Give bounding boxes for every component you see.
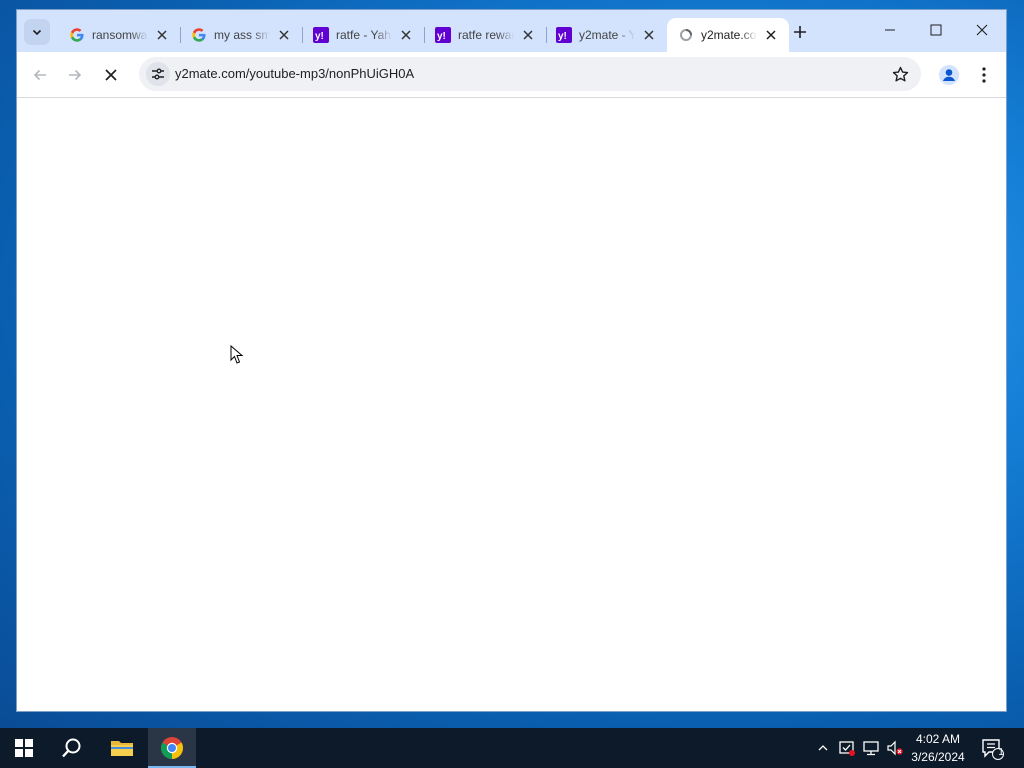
volume-muted-icon[interactable]: [885, 738, 905, 758]
action-center-button[interactable]: 1: [980, 736, 1006, 762]
mouse-cursor-icon: [230, 345, 244, 364]
yahoo-icon: y!: [556, 27, 572, 43]
tab-ratfe-yahoo[interactable]: y! ratfe - Yahoo: [302, 18, 425, 52]
tab-title: ransomware: [92, 28, 148, 42]
profile-icon: [939, 65, 959, 85]
close-icon[interactable]: [763, 27, 779, 43]
arrow-right-icon: [69, 69, 82, 81]
chevron-down-icon: [32, 29, 42, 36]
svg-text:y!: y!: [315, 31, 324, 42]
chrome-icon: [161, 737, 183, 759]
clock-date: 3/26/2024: [911, 750, 965, 764]
new-tab-button[interactable]: [789, 21, 811, 43]
tune-icon: [152, 68, 164, 80]
tab-title: my ass smells: [214, 28, 270, 42]
show-hidden-icons-button[interactable]: [813, 738, 833, 758]
network-icon[interactable]: [861, 738, 881, 758]
svg-text:y!: y!: [558, 31, 567, 42]
search-button[interactable]: [48, 728, 96, 768]
notification-count: 1: [998, 747, 1004, 758]
loading-icon: [678, 27, 694, 43]
minimize-icon: [885, 29, 895, 31]
start-button[interactable]: [0, 728, 48, 768]
maximize-icon: [930, 24, 942, 36]
more-vertical-icon: [982, 67, 986, 83]
site-info-button[interactable]: [146, 62, 170, 86]
chrome-taskbar-button[interactable]: [148, 728, 196, 768]
tab-ratfe-rewards[interactable]: y! ratfe rewards: [424, 18, 547, 52]
url-text[interactable]: y2mate.com/youtube-mp3/nonPhUiGH0A: [175, 66, 414, 81]
tab-y2mate-active[interactable]: y2mate.com: [667, 18, 789, 52]
profile-button[interactable]: [935, 61, 963, 89]
maximize-button[interactable]: [914, 15, 958, 45]
file-explorer-icon: [111, 741, 133, 756]
browser-window: ransomware my ass smells y! ratfe - Yaho…: [17, 10, 1006, 711]
close-icon[interactable]: [398, 27, 414, 43]
file-explorer-button[interactable]: [98, 728, 146, 768]
bookmark-star-icon[interactable]: [891, 65, 909, 83]
browser-toolbar: y2mate.com/youtube-mp3/nonPhUiGH0A: [17, 52, 1006, 98]
tab-strip: ransomware my ass smells y! ratfe - Yaho…: [17, 10, 1006, 52]
tab-title: ratfe - Yahoo: [336, 28, 392, 42]
forward-button[interactable]: [61, 61, 89, 89]
yahoo-icon: y!: [313, 27, 329, 43]
system-clock[interactable]: 4:02 AM 3/26/2024: [905, 730, 971, 766]
tab-title: y2mate.com: [701, 28, 757, 42]
svg-text:y!: y!: [437, 31, 446, 42]
back-button[interactable]: [26, 61, 54, 89]
stop-loading-button[interactable]: [97, 61, 125, 89]
close-icon[interactable]: [154, 27, 170, 43]
tab-search-button[interactable]: [24, 19, 50, 45]
menu-button[interactable]: [972, 61, 996, 89]
search-icon: [62, 738, 81, 758]
minimize-button[interactable]: [868, 15, 912, 45]
google-icon: [69, 27, 85, 43]
google-icon: [191, 27, 207, 43]
yahoo-icon: y!: [435, 27, 451, 43]
address-bar[interactable]: y2mate.com/youtube-mp3/nonPhUiGH0A: [139, 57, 921, 91]
tab-ransomware[interactable]: ransomware: [58, 18, 181, 52]
taskbar: 4:02 AM 3/26/2024 1: [0, 728, 1024, 768]
arrow-left-icon: [33, 69, 46, 81]
chevron-up-icon: [818, 745, 828, 751]
security-tray-icon[interactable]: [837, 738, 857, 758]
tab-y2mate-yahoo[interactable]: y! y2mate - Yahoo: [545, 18, 667, 52]
start-icon: [15, 739, 33, 757]
tab-title: y2mate - Yahoo: [579, 28, 635, 42]
page-content[interactable]: [17, 98, 1006, 711]
tab-title: ratfe rewards: [458, 28, 514, 42]
clock-time: 4:02 AM: [915, 732, 961, 746]
plus-icon: [794, 26, 806, 38]
close-icon[interactable]: [641, 27, 657, 43]
close-icon[interactable]: [520, 27, 536, 43]
stop-icon: [105, 69, 117, 81]
close-window-button[interactable]: [960, 15, 1004, 45]
close-icon[interactable]: [276, 27, 292, 43]
tab-my-ass[interactable]: my ass smells: [180, 18, 303, 52]
close-icon: [976, 24, 988, 36]
